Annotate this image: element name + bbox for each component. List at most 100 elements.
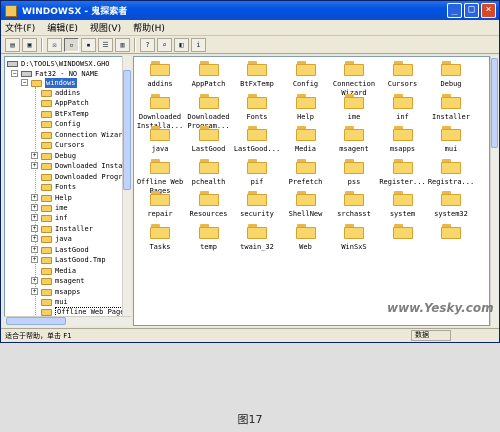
folder-item[interactable]: pif (233, 158, 281, 187)
folder-icon (392, 158, 413, 174)
folder-item[interactable]: Offline Web Pages (136, 158, 184, 196)
folder-item[interactable]: twain_32 (233, 223, 281, 252)
expand-icon[interactable]: + (31, 277, 38, 285)
folder-name: pif (250, 177, 264, 186)
tree-scroll-thumb[interactable] (123, 70, 131, 190)
file-list: addins AppPatch BtFxTemp Config Connection W… (133, 56, 490, 326)
folder-item[interactable]: Resources (185, 191, 233, 219)
help-icon-button[interactable]: ? (140, 38, 155, 52)
large-icons-view-button[interactable]: ▫ (64, 38, 79, 52)
expand-icon[interactable]: + (31, 203, 38, 211)
folder-name: addins (147, 80, 173, 88)
expand-icon[interactable]: + (31, 162, 38, 170)
menu-help[interactable]: 帮助(H) (133, 21, 165, 34)
folder-item[interactable]: msapps (379, 126, 427, 154)
folder-item[interactable]: LastGood... (233, 126, 281, 154)
tree-item-label: LastGood.Tmp (55, 256, 106, 265)
files-scroll-thumb[interactable] (491, 58, 498, 148)
folder-item[interactable]: srchasst (330, 191, 378, 219)
folder-item[interactable]: LastGood (185, 126, 233, 154)
find-icon-button[interactable]: ⌕ (157, 38, 172, 52)
folder-icon (41, 246, 52, 254)
folder-item[interactable]: BtFxTemp (233, 61, 281, 89)
folder-item[interactable]: Prefetch (282, 158, 330, 187)
folder-item[interactable]: temp (185, 223, 233, 252)
tree-item-label: inf (55, 214, 68, 223)
folder-item[interactable]: Fonts (233, 93, 281, 122)
folder-item[interactable]: Downloaded Installa... (136, 93, 184, 131)
folder-item[interactable]: addins (136, 61, 184, 89)
folder-item[interactable]: pchealth (185, 158, 233, 187)
folder-item[interactable]: Installer (427, 93, 475, 122)
folder-icon (41, 110, 52, 118)
tree-item-label: LastGood (55, 245, 89, 254)
folder-item[interactable]: security (233, 191, 281, 219)
folder-item[interactable]: mui (427, 126, 475, 154)
minimize-button[interactable]: _ (447, 3, 462, 18)
tree-horizontal-scrollbar[interactable] (4, 316, 131, 326)
list-view-button[interactable]: ☰ (98, 38, 113, 52)
maximize-button[interactable]: □ (464, 3, 479, 18)
close-button[interactable]: × (481, 3, 496, 18)
small-icons-view-button[interactable]: ▪ (81, 38, 96, 52)
folder-icon (247, 191, 267, 206)
menu-file[interactable]: 文件(F) (5, 21, 35, 34)
tree-item-label: Config (55, 120, 81, 129)
folder-item[interactable]: Tasks (136, 223, 184, 252)
folder-item[interactable]: Connection Wizard (330, 61, 378, 98)
folder-icon (41, 225, 52, 233)
folder-item[interactable]: msagent (330, 126, 378, 154)
info-icon-button[interactable]: i (191, 38, 206, 52)
folder-item[interactable]: AppPatch (185, 61, 233, 89)
folder-item[interactable]: system (379, 191, 427, 219)
folder-item[interactable]: Help (282, 93, 330, 122)
details-view-button[interactable]: ▥ (115, 38, 130, 52)
folder-item[interactable]: inf (379, 93, 427, 122)
files-vertical-scrollbar[interactable] (490, 56, 498, 326)
open-folder-icon-button[interactable]: ▤ (5, 38, 20, 52)
folder-item[interactable]: Debug (427, 61, 475, 89)
folder-item[interactable]: WinSxS (330, 223, 378, 252)
folder-name: Installer (432, 112, 470, 121)
folder-item[interactable]: java (136, 126, 184, 154)
figure-caption: 图17 (237, 413, 263, 426)
folder-name: security (240, 210, 274, 218)
title-bar[interactable]: WINDOWSX - 鬼探索者 _ □ × (1, 1, 499, 20)
menu-edit[interactable]: 编辑(E) (47, 21, 78, 34)
save-icon-button[interactable]: ▣ (22, 38, 37, 52)
collapse-icon[interactable]: − (11, 70, 18, 77)
collapse-icon[interactable]: − (21, 79, 28, 86)
menu-view[interactable]: 视图(V) (90, 21, 121, 34)
expand-icon[interactable]: + (31, 256, 38, 264)
menu-bar: 文件(F) 编辑(E) 视图(V) 帮助(H) (1, 20, 499, 36)
folder-item[interactable]: Registra... (427, 158, 475, 187)
expand-icon[interactable]: + (31, 224, 38, 232)
folder-item[interactable]: system32 (427, 191, 475, 219)
tree-vertical-scrollbar[interactable] (122, 56, 131, 326)
folder-icon (344, 126, 364, 141)
folder-item[interactable]: ShellNew (282, 191, 330, 219)
tree-hscroll-thumb[interactable] (6, 317, 66, 325)
folder-item[interactable]: repair (136, 191, 184, 219)
folder-item[interactable]: Config (282, 61, 330, 89)
book-icon-button[interactable]: ◧ (174, 38, 189, 52)
folder-item[interactable]: ime (330, 93, 378, 122)
folder-item[interactable]: Web (282, 223, 330, 252)
folder-item[interactable]: Downloaded Program... (185, 93, 233, 131)
tree-item-label: ime (55, 203, 68, 212)
folder-item[interactable]: Register... (379, 158, 427, 187)
window-title: WINDOWSX - 鬼探索者 (22, 7, 128, 17)
expand-icon[interactable]: + (31, 193, 38, 201)
expand-icon[interactable]: + (31, 151, 38, 159)
folder-item[interactable]: Cursors (379, 61, 427, 89)
expand-icon[interactable]: + (31, 214, 38, 222)
expand-icon[interactable]: + (31, 287, 38, 295)
properties-icon-button[interactable]: ☒ (47, 38, 62, 52)
folder-icon (150, 223, 170, 239)
expand-icon[interactable]: + (31, 235, 38, 243)
expand-icon[interactable]: + (31, 245, 38, 253)
folder-item[interactable] (427, 223, 475, 243)
folder-item[interactable]: Media (282, 126, 330, 154)
folder-item[interactable] (379, 223, 427, 243)
folder-item[interactable]: pss (330, 158, 378, 187)
